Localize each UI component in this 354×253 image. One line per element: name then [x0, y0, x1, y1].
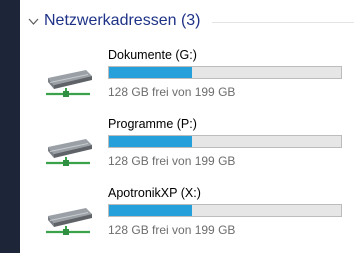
group-title: Netzwerkadressen (3)	[44, 12, 201, 29]
capacity-bar-fill	[109, 67, 192, 78]
drive-item-dokumente[interactable]: Dokumente (G:) 128 GB frei von 199 GB	[20, 46, 354, 112]
network-drive-icon	[46, 139, 92, 166]
network-drive-icon	[46, 208, 92, 235]
capacity-bar	[108, 135, 342, 148]
capacity-bar	[108, 204, 342, 217]
drive-name: Programme (P:)	[108, 117, 197, 131]
explorer-content-pane: Netzwerkadressen (3) Dokumente (G:) 128 …	[20, 0, 354, 253]
drive-free-space: 128 GB frei von 199 GB	[108, 154, 236, 168]
drive-name: ApotronikXP (X:)	[108, 186, 201, 200]
capacity-bar	[108, 66, 342, 79]
capacity-bar-fill	[109, 205, 192, 216]
capacity-bar-fill	[109, 136, 192, 147]
group-header-network-locations[interactable]: Netzwerkadressen (3)	[20, 10, 354, 34]
group-divider	[212, 22, 354, 23]
chevron-down-icon[interactable]	[28, 16, 39, 27]
network-drive-icon	[46, 70, 92, 97]
drive-item-programme[interactable]: Programme (P:) 128 GB frei von 199 GB	[20, 115, 354, 181]
drive-item-apotronikxp[interactable]: ApotronikXP (X:) 128 GB frei von 199 GB	[20, 184, 354, 250]
drive-free-space: 128 GB frei von 199 GB	[108, 85, 236, 99]
drive-name: Dokumente (G:)	[108, 48, 197, 62]
drive-free-space: 128 GB frei von 199 GB	[108, 223, 236, 237]
